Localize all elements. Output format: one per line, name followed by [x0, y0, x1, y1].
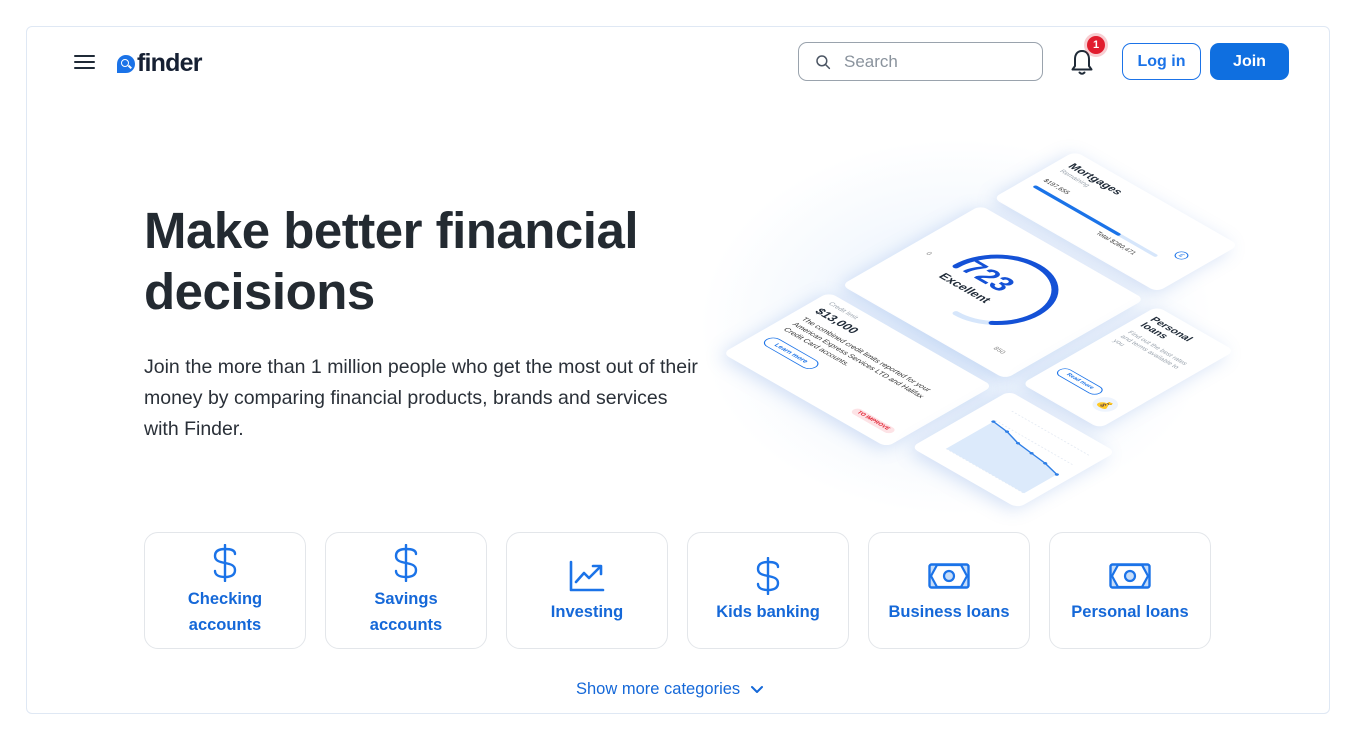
- read-more-button: Read more: [1053, 366, 1107, 397]
- page-frame: finder 1 Log in Join Make better financi…: [26, 26, 1330, 714]
- trend-area: [946, 421, 1057, 494]
- gauge-min-label: 0: [924, 251, 933, 257]
- category-label: Savings accounts: [369, 589, 443, 634]
- finder-logo-mark-icon: [117, 55, 135, 73]
- category-investing[interactable]: Investing: [506, 532, 668, 649]
- login-button[interactable]: Log in: [1122, 43, 1201, 80]
- dollar-icon: [753, 556, 783, 595]
- trend-chart-icon: [569, 557, 605, 595]
- search-input[interactable]: [844, 51, 1024, 72]
- pound-icon: £: [1171, 249, 1192, 262]
- banknote-icon: [1109, 557, 1151, 595]
- logo-text: finder: [137, 48, 202, 77]
- category-checking-accounts[interactable]: Checking accounts: [144, 532, 306, 649]
- search-box[interactable]: [798, 42, 1043, 81]
- category-savings-accounts[interactable]: Savings accounts: [325, 532, 487, 649]
- join-button[interactable]: Join: [1210, 43, 1289, 80]
- category-label: Personal loans: [1071, 602, 1189, 621]
- notification-count-badge: 1: [1087, 36, 1105, 54]
- to-improve-badge: TO IMPROVE: [849, 407, 897, 435]
- category-label: Business loans: [888, 602, 1010, 621]
- category-label: Investing: [550, 602, 624, 621]
- hero-illustration: Mortgages Remaining $197,655 Total $280,…: [677, 107, 1239, 527]
- category-label: Kids banking: [716, 602, 820, 621]
- hamburger-icon[interactable]: [74, 54, 96, 71]
- chevron-down-icon: [751, 685, 764, 693]
- gauge-max-label: 850: [991, 346, 1007, 355]
- category-list: Checking accounts Savings accounts Investi…: [144, 532, 1211, 649]
- category-business-loans[interactable]: Business loans: [868, 532, 1030, 649]
- category-personal-loans[interactable]: Personal loans: [1049, 532, 1211, 649]
- hero-subtitle: Join the more than 1 million people who …: [144, 356, 698, 440]
- search-icon: [816, 54, 831, 69]
- show-more-label: Show more categories: [576, 680, 741, 698]
- money-bag-icon: 💰: [1087, 394, 1124, 415]
- category-label: Checking accounts: [187, 589, 263, 634]
- show-more-categories-link[interactable]: Show more categories: [576, 680, 764, 699]
- dollar-icon: [210, 543, 240, 582]
- category-kids-banking[interactable]: Kids banking: [687, 532, 849, 649]
- dollar-icon: [391, 543, 421, 582]
- hero-title: Make better financial decisions: [144, 202, 639, 320]
- finder-logo[interactable]: finder: [117, 48, 202, 78]
- banknote-icon: [928, 557, 970, 595]
